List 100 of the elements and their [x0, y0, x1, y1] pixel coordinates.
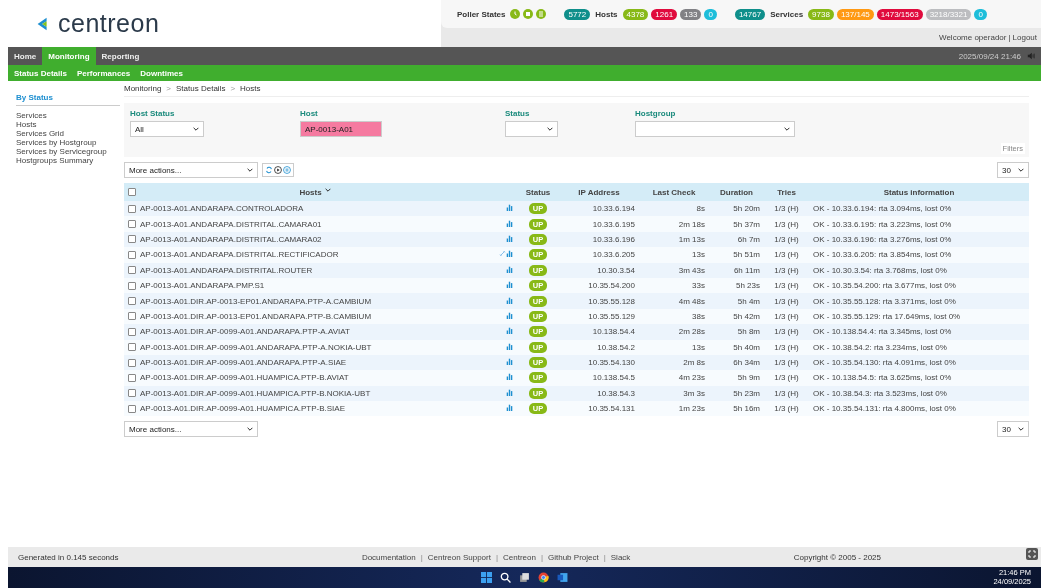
breadcrumb-item[interactable]: Status Details — [176, 84, 226, 93]
row-checkbox[interactable] — [128, 250, 136, 259]
search-icon[interactable] — [500, 572, 511, 583]
clock-icon[interactable] — [510, 9, 521, 19]
table-cell: OK - 10.30.3.54: rta 3.768ms, lost 0% — [809, 262, 1029, 278]
fullscreen-icon[interactable] — [1026, 548, 1038, 560]
host-link[interactable]: AP-0013-A01.DIR.AP-0013-EP01.ANDARAPA.PTP-B.CAMBIUM — [140, 311, 372, 321]
sidebar-item[interactable]: Services Grid — [16, 129, 120, 138]
footer-link[interactable]: Github Project — [548, 552, 599, 562]
chart-icon[interactable] — [506, 250, 513, 258]
host-link[interactable]: AP-0013-A01.DIR.AP-0099-A01.HUAMPICA.PTP-B.AVIAT — [140, 373, 349, 383]
count-badge[interactable]: 1473/1563 — [876, 8, 923, 20]
sidebar-item[interactable]: Services by Hostgroup — [16, 138, 120, 147]
chart-icon[interactable] — [506, 311, 513, 319]
row-checkbox[interactable] — [128, 327, 136, 336]
speaker-icon[interactable] — [1027, 52, 1035, 60]
per-page-select[interactable]: 30 — [997, 421, 1029, 438]
sidebar-item[interactable]: Hostgroups Summary — [16, 156, 120, 165]
host-link[interactable]: AP-0013-A01.DIR.AP-0099-A01.ANDARAPA.PTP-A.SIAE — [140, 358, 347, 368]
per-page-select[interactable]: 30 — [997, 162, 1029, 178]
row-checkbox[interactable] — [128, 220, 136, 229]
column-header[interactable]: Last Check — [639, 183, 709, 201]
chart-icon[interactable] — [506, 373, 513, 381]
count-badge[interactable]: 1261 — [651, 8, 678, 20]
chart-icon[interactable] — [506, 281, 513, 289]
host-link[interactable]: AP-0013-A01.ANDARAPA.DISTRITAL.CAMARA02 — [140, 234, 322, 244]
row-checkbox[interactable] — [128, 266, 136, 275]
row-checkbox[interactable] — [128, 389, 136, 398]
table-cell: 1m 13s — [639, 231, 709, 248]
footer-link[interactable]: Documentation — [361, 552, 416, 562]
host-link[interactable]: AP-0013-A01.DIR.AP-0013-EP01.ANDARAPA.PTP-A.CAMBIUM — [140, 296, 372, 306]
host-link[interactable]: AP-0013-A01.DIR.AP-0099-A01.ANDARAPA.PTP-A.AVIAT — [140, 327, 350, 337]
host-link[interactable]: AP-0013-A01.DIR.AP-0099-A01.HUAMPICA.PTP-B.SIAE — [140, 404, 345, 414]
host-link[interactable]: AP-0013-A01.DIR.AP-0099-A01.ANDARAPA.PTP-A.NOKIA-UBT — [140, 342, 372, 352]
column-header[interactable]: Duration — [709, 183, 764, 201]
menu-tab[interactable]: Reporting — [95, 47, 146, 65]
chart-icon[interactable] — [506, 265, 513, 273]
row-checkbox[interactable] — [128, 204, 136, 213]
row-checkbox[interactable] — [128, 404, 136, 413]
row-checkbox[interactable] — [128, 374, 136, 382]
footer-link[interactable]: Slack — [610, 552, 631, 562]
row-checkbox[interactable] — [128, 281, 136, 290]
host-field[interactable]: AP-0013-A01 — [300, 121, 382, 137]
host-link[interactable]: AP-0013-A01.DIR.AP-0099-A01.HUAMPICA.PTP-B.NOKIA-UBT — [140, 388, 371, 398]
server-icon[interactable] — [536, 9, 547, 19]
column-header[interactable]: Hosts — [299, 187, 322, 197]
logout-link[interactable]: Logout — [1012, 33, 1037, 42]
count-badge[interactable]: 5772 — [564, 8, 591, 20]
column-header[interactable]: Tries — [764, 183, 809, 201]
footer-link[interactable]: Centreon Support — [427, 552, 491, 562]
chart-icon[interactable] — [506, 296, 513, 304]
breadcrumb-item[interactable]: Hosts — [240, 84, 261, 93]
window-icon[interactable] — [519, 572, 530, 583]
row-checkbox[interactable] — [128, 358, 136, 367]
table-cell: 5h 8m — [709, 324, 764, 340]
chart-icon[interactable] — [506, 219, 513, 227]
footer-link[interactable]: Centreon — [503, 552, 536, 562]
host-link[interactable]: AP-0013-A01.ANDARAPA.DISTRITAL.RECTIFICADOR — [140, 250, 339, 260]
host-link[interactable]: AP-0013-A01.ANDARAPA.PMP.S1 — [140, 281, 265, 291]
more-actions-select[interactable]: More actions... — [124, 421, 258, 438]
table-cell: 1/3 (H) — [764, 339, 809, 355]
table-cell: 8s — [639, 201, 709, 217]
column-header[interactable]: Status information — [809, 183, 1029, 201]
chart-icon[interactable] — [506, 204, 513, 212]
host-link[interactable]: AP-0013-A01.ANDARAPA.CONTROLADORA — [140, 204, 304, 214]
more-actions-select[interactable]: More actions... — [124, 162, 258, 178]
table-cell: 1/3 (H) — [764, 385, 809, 402]
separator: | — [420, 552, 423, 562]
chart-icon[interactable] — [506, 358, 513, 366]
host-status-select[interactable]: All — [130, 121, 204, 137]
link-icon[interactable] — [499, 250, 506, 258]
windows-icon[interactable] — [481, 572, 492, 583]
chart-icon[interactable] — [506, 388, 513, 396]
sidebar-item[interactable]: Hosts — [16, 120, 120, 129]
chart-icon[interactable] — [506, 342, 513, 350]
row-checkbox[interactable] — [128, 312, 136, 321]
row-checkbox[interactable] — [128, 297, 136, 306]
table-cell: 10.33.6.205 — [559, 247, 639, 263]
sidebar-item[interactable]: Services by Servicegroup — [16, 147, 120, 156]
sidebar-item[interactable]: Services — [16, 111, 120, 120]
breadcrumb-item[interactable]: Monitoring — [124, 84, 162, 93]
chart-icon[interactable] — [506, 327, 513, 335]
play-icon[interactable] — [274, 166, 282, 174]
table-cell: 5h 4m — [709, 293, 764, 309]
column-header[interactable]: Status — [517, 183, 559, 201]
caret-icon — [1018, 427, 1024, 432]
count-badge[interactable]: 14767 — [734, 8, 766, 20]
host-link[interactable]: AP-0013-A01.ANDARAPA.DISTRITAL.CAMARA01 — [140, 219, 322, 229]
host-link[interactable]: AP-0013-A01.ANDARAPA.DISTRITAL.ROUTER — [140, 265, 313, 275]
chart-icon[interactable] — [506, 404, 513, 412]
chart-icon[interactable] — [506, 234, 513, 242]
select-all-checkbox[interactable] — [128, 188, 136, 196]
count-badge[interactable]: 133 — [680, 8, 702, 20]
row-checkbox[interactable] — [128, 343, 136, 352]
menu-tab[interactable]: Home — [8, 47, 43, 65]
row-checkbox[interactable] — [128, 235, 136, 244]
document-icon[interactable] — [557, 572, 568, 583]
table-cell: 3m 43s — [639, 262, 709, 278]
column-header[interactable]: IP Address — [559, 183, 639, 201]
browser-icon[interactable] — [538, 572, 549, 583]
